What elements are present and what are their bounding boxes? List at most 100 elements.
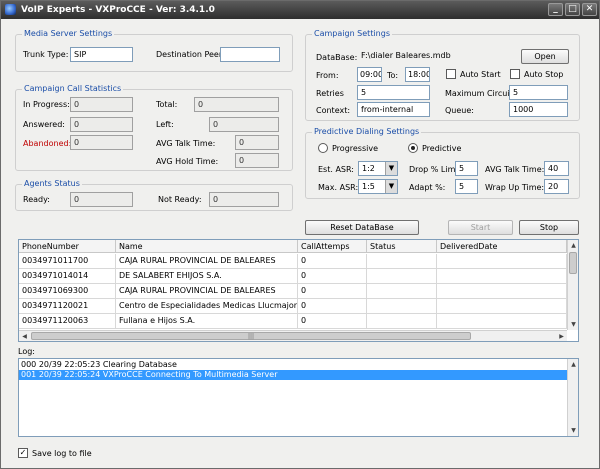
log-list[interactable]: 000 20/39 22:05:23 Clearing Database 001…: [18, 358, 579, 437]
cell-attempts: 0: [298, 284, 367, 299]
destination-peer-label: Destination Peer:: [156, 50, 225, 59]
retries-label: Retries: [316, 89, 344, 98]
max-circuits-field[interactable]: 5: [509, 85, 568, 100]
drop-limit-field[interactable]: 5: [455, 161, 478, 176]
database-path: F:\dialer Baleares.mdb: [361, 51, 451, 60]
chevron-down-icon[interactable]: ▼: [385, 162, 397, 175]
horizontal-scroll-thumb[interactable]: |||: [31, 332, 471, 340]
cell-attempts: 0: [298, 299, 367, 314]
chevron-down-icon[interactable]: ▼: [385, 180, 397, 193]
start-button[interactable]: Start: [448, 220, 513, 235]
cell-name: Centro de Especialidades Medicas Llucmaj…: [116, 299, 298, 314]
database-label: DataBase:: [316, 53, 358, 62]
table-row[interactable]: 0034971011700 CAJA RURAL PROVINCIAL DE B…: [19, 254, 567, 269]
call-stats-group-label: Campaign Call Statistics: [22, 84, 124, 94]
predictive-settings-group-label: Predictive Dialing Settings: [312, 127, 422, 137]
log-label: Log:: [18, 347, 35, 356]
cell-name: Fullana e Hijos S.A.: [116, 314, 298, 329]
auto-start-label: Auto Start: [460, 70, 501, 79]
left-value: 0: [209, 117, 279, 132]
stop-button[interactable]: Stop: [519, 220, 579, 235]
total-value: 0: [194, 97, 279, 112]
cell-delivered: [437, 269, 567, 284]
open-database-button[interactable]: Open: [521, 49, 569, 64]
auto-stop-checkbox[interactable]: [510, 69, 520, 79]
column-header-phone[interactable]: PhoneNumber: [19, 240, 116, 253]
trunk-type-field[interactable]: SIP: [70, 47, 133, 62]
wrap-up-label: Wrap Up Time:: [485, 183, 545, 192]
grid-vertical-scrollbar[interactable]: ▲ ▼: [567, 240, 578, 330]
left-label: Left:: [156, 120, 174, 129]
table-row[interactable]: 0034971120021 Centro de Especialidades M…: [19, 299, 567, 314]
window-title: VoIP Experts - VXProCCE - Ver: 3.4.1.0: [21, 5, 215, 15]
auto-start-checkbox[interactable]: [446, 69, 456, 79]
predictive-avg-talk-field[interactable]: 40: [544, 161, 569, 176]
maximize-button[interactable]: □: [565, 3, 580, 16]
contacts-grid[interactable]: PhoneNumber Name CallAttemps Status Deli…: [18, 239, 579, 342]
log-line[interactable]: 000 20/39 22:05:23 Clearing Database: [19, 360, 567, 370]
to-time-field[interactable]: 18:00: [405, 67, 430, 82]
cell-phone: 0034971069300: [19, 284, 116, 299]
main-window: VoIP Experts - VXProCCE - Ver: 3.4.1.0 _…: [0, 0, 600, 469]
max-asr-select[interactable]: 1:5 ▼: [358, 179, 398, 194]
scroll-down-icon[interactable]: ▼: [568, 425, 579, 436]
queue-field[interactable]: 1000: [509, 102, 568, 117]
scroll-right-icon[interactable]: ▶: [556, 331, 567, 342]
cell-name: CAJA RURAL PROVINCIAL DE BALEARES: [116, 284, 298, 299]
cell-status: [367, 254, 437, 269]
drop-limit-label: Drop % Limit: [409, 165, 461, 174]
reset-database-button[interactable]: Reset DataBase: [305, 220, 419, 235]
not-ready-label: Not Ready:: [158, 195, 202, 204]
cell-name: DE SALABERT EHIJOS S.A.: [116, 269, 298, 284]
table-row[interactable]: 0034971069300 CAJA RURAL PROVINCIAL DE B…: [19, 284, 567, 299]
save-log-checkbox[interactable]: ✓: [18, 448, 28, 458]
progressive-label: Progressive: [332, 144, 379, 153]
scroll-up-icon[interactable]: ▲: [568, 240, 579, 251]
column-header-name[interactable]: Name: [116, 240, 298, 253]
cell-attempts: 0: [298, 254, 367, 269]
predictive-label: Predictive: [422, 144, 462, 153]
est-asr-select[interactable]: 1:2 ▼: [358, 161, 398, 176]
avg-hold-time-label: AVG Hold Time:: [156, 157, 219, 166]
destination-peer-field[interactable]: [220, 47, 280, 62]
vertical-scroll-thumb[interactable]: [569, 252, 577, 274]
trunk-type-label: Trunk Type:: [23, 50, 69, 59]
adapt-field[interactable]: 5: [455, 179, 478, 194]
cell-status: [367, 284, 437, 299]
progressive-radio[interactable]: [318, 143, 328, 153]
ready-value: 0: [70, 192, 133, 207]
ready-label: Ready:: [23, 195, 50, 204]
log-line-selected[interactable]: 001 20/39 22:05:24 VXProCCE Connecting T…: [19, 370, 567, 380]
predictive-avg-talk-label: AVG Talk Time:: [485, 165, 545, 174]
column-header-status[interactable]: Status: [367, 240, 437, 253]
scroll-up-icon[interactable]: ▲: [568, 359, 579, 370]
column-header-delivered[interactable]: DeliveredDate: [437, 240, 567, 253]
cell-status: [367, 314, 437, 329]
predictive-radio[interactable]: [408, 143, 418, 153]
column-header-attempts[interactable]: CallAttemps: [298, 240, 367, 253]
avg-talk-time-value: 0: [235, 135, 279, 150]
queue-label: Queue:: [445, 106, 474, 115]
close-button[interactable]: ✕: [582, 3, 597, 16]
wrap-up-field[interactable]: 20: [544, 179, 569, 194]
cell-delivered: [437, 314, 567, 329]
scroll-down-icon[interactable]: ▼: [568, 319, 579, 330]
grid-horizontal-scrollbar[interactable]: ◀ ||| ▶: [19, 330, 567, 341]
scroll-left-icon[interactable]: ◀: [19, 331, 30, 342]
minimize-button[interactable]: _: [548, 3, 563, 16]
retries-field[interactable]: 5: [357, 85, 430, 100]
cell-delivered: [437, 299, 567, 314]
app-icon: [5, 4, 16, 15]
in-progress-label: In Progress:: [23, 100, 70, 109]
est-asr-label: Est. ASR:: [318, 165, 355, 174]
campaign-settings-group-label: Campaign Settings: [312, 29, 392, 39]
avg-hold-time-value: 0: [235, 153, 279, 168]
from-time-field[interactable]: 09:00: [357, 67, 382, 82]
log-vertical-scrollbar[interactable]: ▲ ▼: [567, 359, 578, 436]
table-row[interactable]: 0034971120063 Fullana e Hijos S.A. 0: [19, 314, 567, 329]
cell-phone: 0034971120021: [19, 299, 116, 314]
context-field[interactable]: from-internal: [357, 102, 430, 117]
table-row[interactable]: 0034971014014 DE SALABERT EHIJOS S.A. 0: [19, 269, 567, 284]
est-asr-selected: 1:2: [362, 164, 375, 173]
title-bar[interactable]: VoIP Experts - VXProCCE - Ver: 3.4.1.0 _…: [1, 1, 599, 19]
